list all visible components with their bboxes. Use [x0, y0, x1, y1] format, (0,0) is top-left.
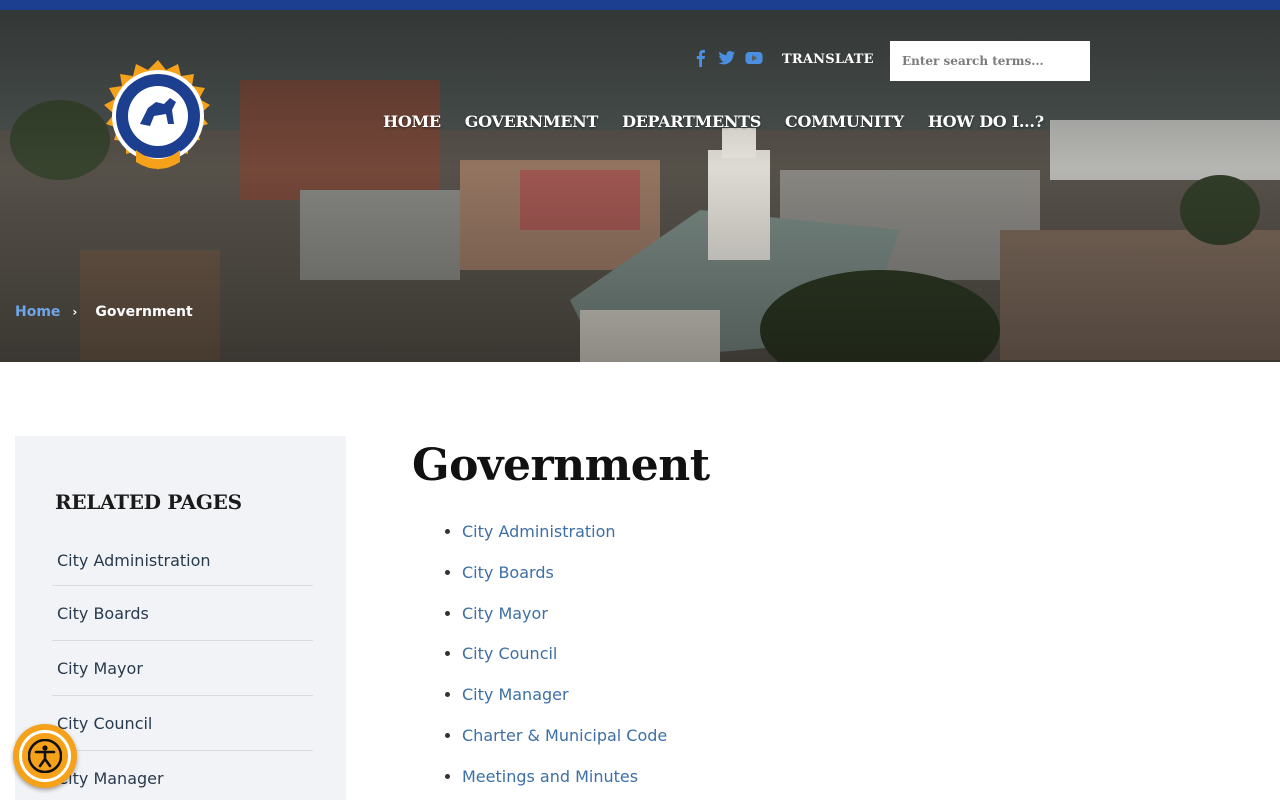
city-seal-logo[interactable]: [96, 58, 220, 184]
sidebar-item-city-council: City Council: [52, 696, 313, 751]
content-link[interactable]: Meetings and Minutes: [462, 767, 638, 786]
government-links-list: City Administration City Boards City May…: [412, 521, 1232, 800]
search-input[interactable]: [890, 41, 1090, 81]
content-link[interactable]: City Council: [462, 644, 557, 663]
nav-government[interactable]: GOVERNMENT: [465, 112, 599, 131]
sidebar-item-city-boards: City Boards: [52, 586, 313, 641]
list-item: Meetings and Minutes: [462, 766, 1232, 800]
accessibility-icon: [28, 739, 62, 773]
list-item: City Manager: [462, 684, 1232, 725]
list-item: City Mayor: [462, 603, 1232, 644]
nav-departments[interactable]: DEPARTMENTS: [622, 112, 761, 131]
sidebar-list: City Administration City Boards City May…: [52, 536, 313, 800]
breadcrumb-home-link[interactable]: Home: [15, 304, 60, 320]
page-title: Government: [412, 440, 710, 491]
twitter-icon[interactable]: [718, 49, 736, 67]
nav-community[interactable]: COMMUNITY: [785, 112, 904, 131]
list-item: City Administration: [462, 521, 1232, 562]
main-navigation: HOME GOVERNMENT DEPARTMENTS COMMUNITY HO…: [383, 112, 1044, 131]
list-item: City Boards: [462, 562, 1232, 603]
content-link[interactable]: Charter & Municipal Code: [462, 726, 667, 745]
sidebar-item-city-administration: City Administration: [52, 536, 313, 586]
nav-how-do-i[interactable]: HOW DO I...?: [928, 112, 1044, 131]
facebook-icon[interactable]: [692, 49, 710, 67]
sidebar-item-city-manager: City Manager: [52, 751, 313, 800]
nav-home[interactable]: HOME: [383, 112, 441, 131]
sidebar-item-city-mayor: City Mayor: [52, 641, 313, 696]
social-links: [692, 49, 764, 67]
sidebar-link[interactable]: City Boards: [57, 604, 149, 623]
main-content: Government City Administration City Boar…: [412, 440, 1232, 800]
top-accent-bar: [0, 0, 1280, 10]
sidebar-link[interactable]: City Mayor: [57, 659, 143, 678]
translate-button[interactable]: TRANSLATE: [782, 52, 874, 67]
breadcrumb: Home › Government: [15, 304, 193, 320]
youtube-icon[interactable]: [744, 49, 764, 67]
content-link[interactable]: City Boards: [462, 563, 554, 582]
content-link[interactable]: City Mayor: [462, 604, 548, 623]
breadcrumb-separator: ›: [72, 305, 78, 319]
sidebar-link[interactable]: City Administration: [57, 551, 211, 570]
sidebar-link[interactable]: City Council: [57, 714, 152, 733]
sidebar-heading: RELATED PAGES: [55, 490, 242, 514]
breadcrumb-current: Government: [95, 304, 193, 320]
content-link[interactable]: City Administration: [462, 522, 616, 541]
list-item: City Council: [462, 643, 1232, 684]
accessibility-button[interactable]: [13, 724, 77, 788]
list-item: Charter & Municipal Code: [462, 725, 1232, 766]
content-link[interactable]: City Manager: [462, 685, 569, 704]
